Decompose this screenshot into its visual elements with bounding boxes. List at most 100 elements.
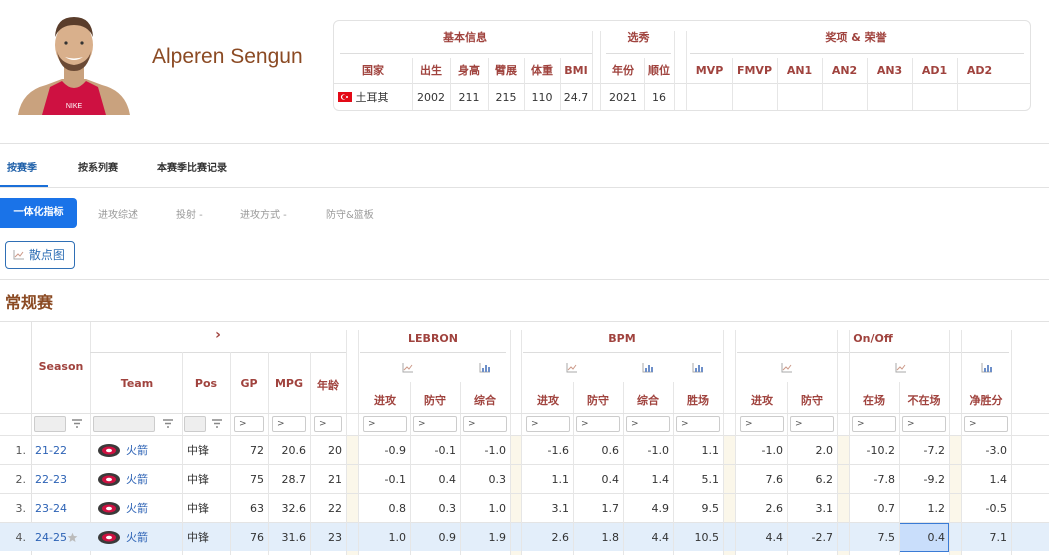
team-filter-input[interactable] (93, 416, 155, 432)
group-basic-info: 基本信息 (443, 31, 487, 44)
onoff-on-filter-input[interactable]: > (852, 416, 896, 432)
header-onoff-off[interactable]: 进攻 (737, 392, 787, 408)
stat-cell-l-off: -0.9 (384, 444, 406, 457)
team-link[interactable]: 火箭 (126, 436, 176, 465)
stat-cell-b-win: 5.1 (701, 473, 720, 486)
header-team[interactable]: Team (92, 377, 182, 390)
row-index: 1. (15, 444, 27, 457)
onoff-offcourt-filter-input[interactable]: > (902, 416, 946, 432)
header-onoff-net[interactable]: 净胜分 (961, 392, 1011, 408)
stat-cell-b-off: -1.6 (547, 444, 569, 457)
country-value: 土耳其 (355, 91, 389, 104)
header-ad2: AD2 (966, 64, 993, 77)
scatter-plot-button[interactable]: 散点图 (5, 241, 75, 269)
stat-cell-o-offc: 0.4 (927, 531, 946, 544)
header-season[interactable]: Season (32, 360, 90, 373)
team-link[interactable]: 火箭 (126, 465, 176, 494)
stat-cell-b-tot: 1.4 (651, 473, 670, 486)
header-bpm-total[interactable]: 综合 (623, 392, 673, 408)
integrated-metrics-button[interactable]: 一体化指标 (0, 198, 77, 228)
subtab-shooting[interactable]: 投射 - (176, 206, 203, 221)
stat-cell-b-win: 10.5 (694, 531, 720, 544)
bpm-wins-filter-input[interactable]: > (676, 416, 720, 432)
age-cell: 23 (328, 531, 342, 544)
stat-cell-l-def: 0.3 (438, 502, 457, 515)
season-link[interactable]: 21-22 (35, 436, 85, 465)
header-lebron-total[interactable]: 综合 (460, 392, 510, 408)
season-link[interactable]: 22-23 (35, 465, 85, 494)
table-row[interactable]: 3. 23-24 火箭 中锋 63 32.6 22 0.8 0.3 1.0 3.1 1.7 4.9 9.5… (0, 493, 1049, 522)
table-row[interactable]: 4. 24-25 火箭 中锋 76 31.6 23 1.0 0.9 1.9 2.6 1.8 4.4 10.… (0, 522, 1049, 552)
turkey-flag-icon (338, 92, 352, 102)
bpm-off-filter-input[interactable]: > (526, 416, 570, 432)
scatter-plot-label: 散点图 (28, 248, 65, 262)
season-filter-input[interactable] (34, 416, 66, 432)
header-onoff-on[interactable]: 在场 (849, 392, 899, 408)
line-chart-icon[interactable] (402, 362, 414, 373)
stat-cell-o-off: 7.6 (765, 473, 784, 486)
group-onoff: On/Off (853, 332, 893, 345)
table-row[interactable]: 2. 22-23 火箭 中锋 75 28.7 21 -0.1 0.4 0.3 1.1 0.4 1.4 5.… (0, 464, 1049, 493)
table-row[interactable]: 1. 21-22 火箭 中锋 72 20.6 20 -0.9 -0.1 -1.0 -1.6 0.6 -1… (0, 435, 1049, 464)
gp-cell: 63 (250, 502, 264, 515)
header-lebron-def[interactable]: 防守 (410, 392, 460, 408)
header-bpm-wins[interactable]: 胜场 (673, 392, 723, 408)
bpm-def-filter-input[interactable]: > (576, 416, 620, 432)
header-arrow-icon[interactable]: › (90, 327, 346, 343)
stat-cell-b-tot: 4.9 (651, 502, 670, 515)
header-age[interactable]: 年龄 (310, 377, 346, 393)
subtab-offense-overview[interactable]: 进攻综述 (98, 206, 138, 221)
onoff-net-filter-input[interactable]: > (964, 416, 1008, 432)
age-cell: 20 (328, 444, 342, 457)
stat-cell-b-def: 0.4 (601, 473, 620, 486)
season-link[interactable]: 23-24 (35, 494, 85, 523)
team-link[interactable]: 火箭 (126, 494, 176, 523)
stat-cell-l-def: -0.1 (434, 444, 456, 457)
lebron-def-filter-input[interactable]: > (413, 416, 457, 432)
bar-chart-icon[interactable] (479, 362, 491, 373)
bar-chart-icon[interactable] (642, 362, 654, 373)
onoff-def-filter-input[interactable]: > (790, 416, 834, 432)
line-chart-icon[interactable] (895, 362, 907, 373)
draft-pick-value: 16 (652, 91, 666, 104)
header-gp[interactable]: GP (230, 377, 268, 390)
filter-icon[interactable] (71, 418, 83, 429)
stat-cell-b-def: 0.6 (601, 444, 620, 457)
header-pos[interactable]: Pos (182, 377, 230, 390)
header-lebron-off[interactable]: 进攻 (360, 392, 410, 408)
header-bpm-def[interactable]: 防守 (573, 392, 623, 408)
header-country: 国家 (362, 64, 384, 77)
bpm-total-filter-input[interactable]: > (626, 416, 670, 432)
subtab-offense-type[interactable]: 进攻方式 - (240, 206, 287, 221)
tab-by-season[interactable]: 按赛季 (7, 158, 37, 180)
stat-cell-b-tot: -1.0 (647, 444, 669, 457)
header-onoff-offcourt[interactable]: 不在场 (899, 392, 949, 408)
line-chart-icon[interactable] (566, 362, 578, 373)
stat-cell-o-on: -7.8 (873, 473, 895, 486)
lebron-off-filter-input[interactable]: > (363, 416, 407, 432)
bar-chart-icon[interactable] (692, 362, 704, 373)
bmi-value: 24.7 (563, 91, 589, 104)
header-mpg[interactable]: MPG (268, 377, 310, 390)
onoff-off-filter-input[interactable]: > (740, 416, 784, 432)
filter-icon[interactable] (162, 418, 174, 429)
team-link[interactable]: 火箭 (126, 523, 176, 552)
filter-icon[interactable] (211, 418, 223, 429)
gp-cell: 76 (250, 531, 264, 544)
header-bpm-off[interactable]: 进攻 (523, 392, 573, 408)
header-weight: 体重 (531, 64, 553, 77)
star-icon[interactable] (67, 532, 78, 543)
tab-by-series[interactable]: 按系列赛 (78, 158, 118, 180)
group-awards: 奖项 & 荣誉 (825, 31, 887, 44)
mpg-filter-input[interactable]: > (272, 416, 306, 432)
pos-filter-input[interactable] (184, 416, 206, 432)
line-chart-icon[interactable] (781, 362, 793, 373)
header-onoff-def[interactable]: 防守 (787, 392, 837, 408)
tab-season-games[interactable]: 本赛季比赛记录 (157, 158, 227, 180)
subtab-defense-rebound[interactable]: 防守&篮板 (326, 206, 374, 221)
age-filter-input[interactable]: > (314, 416, 342, 432)
lebron-total-filter-input[interactable]: > (463, 416, 507, 432)
mpg-cell: 28.7 (281, 473, 307, 486)
bar-chart-icon[interactable] (981, 362, 993, 373)
gp-filter-input[interactable]: > (234, 416, 264, 432)
